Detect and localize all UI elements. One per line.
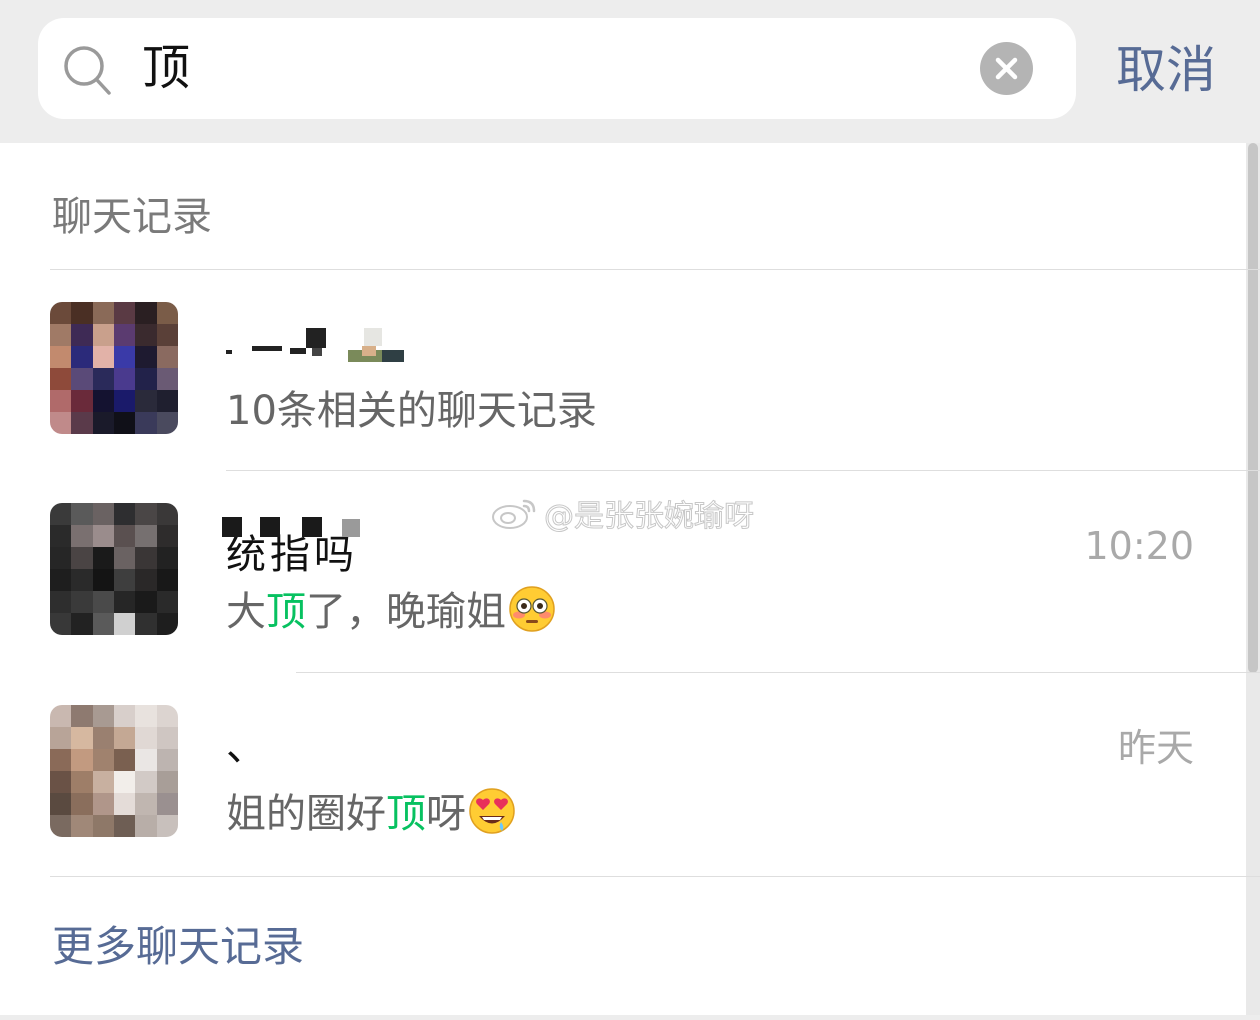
divider [50,876,1260,877]
subtitle-text: 大 [226,589,266,635]
name-redacted-mosaic [222,513,382,539]
subtitle-text: 呀 [426,791,466,837]
watermark-text: @是张张婉瑜呀 [544,499,755,535]
clear-search-button[interactable] [980,42,1033,95]
watermark: @是张张婉瑜呀 [490,493,755,535]
result-name: 、 [226,724,270,770]
weibo-logo-icon [492,499,536,529]
search-bar[interactable]: 顶 [38,18,1076,119]
avatar [50,503,178,635]
star-struck-emoji [469,788,515,834]
pixelated-avatar-image [50,503,178,635]
result-subtitle: 10条相关的聊天记录 [226,388,597,434]
avatar [50,705,178,837]
list-item[interactable]: 10条相关的聊天记录 [0,270,1246,470]
result-subtitle: 姐的圈好顶呀 [226,787,516,841]
pixelated-avatar-image [50,705,178,837]
subtitle-text: 了，晚瑜姐 [306,589,506,635]
search-results-panel: 聊天记录 10条相关的聊天记录 统指吗 大顶了，晚瑜姐 10:20 、 姐的圈好… [0,143,1260,1015]
more-chat-records-link[interactable]: 更多聊天记录 [52,919,304,975]
list-item[interactable]: 、 姐的圈好顶呀 昨天 [0,673,1246,873]
name-redacted-mosaic [226,328,406,362]
result-time: 10:20 [1084,524,1194,568]
keyword-highlight: 顶 [386,791,426,837]
search-input[interactable]: 顶 [142,38,190,98]
scrollbar-thumb[interactable] [1248,143,1258,673]
section-title-chat-records: 聊天记录 [52,194,212,240]
scrollbar[interactable] [1246,143,1260,1015]
subtitle-text: 姐的圈好 [226,791,386,837]
result-subtitle: 大顶了，晚瑜姐 [226,585,556,639]
keyword-highlight: 顶 [266,589,306,635]
search-icon [64,46,111,95]
pixelated-avatar-image [50,302,178,434]
cancel-button[interactable]: 取消 [1116,38,1216,102]
avatar [50,302,178,434]
close-icon [995,57,1018,80]
result-time: 昨天 [1117,726,1194,770]
flushed-face-emoji [509,586,555,632]
